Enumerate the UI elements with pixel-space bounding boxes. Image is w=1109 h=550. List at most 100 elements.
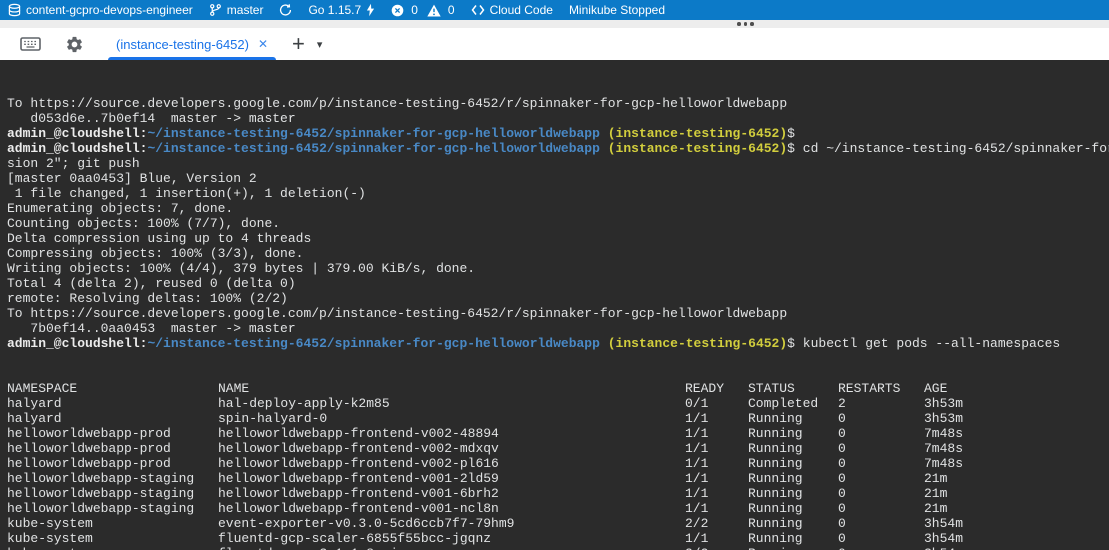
pod-cell: 3h54m	[924, 546, 1109, 550]
pod-cell: helloworldwebapp-staging	[7, 501, 218, 516]
sync-icon	[279, 3, 292, 17]
go-version-indicator[interactable]: Go 1.15.7	[300, 0, 383, 20]
pod-cell: 0	[838, 531, 924, 546]
terminal-line: admin_@cloudshell:~/instance-testing-645…	[7, 126, 1109, 141]
panel-drag-handle-icon[interactable]	[737, 22, 754, 26]
git-sync-button[interactable]	[271, 0, 300, 20]
pod-row: kube-systemevent-exporter-v0.3.0-5cd6ccb…	[7, 516, 1109, 531]
pod-cell: event-exporter-v0.3.0-5cd6ccb7f7-79hm9	[218, 516, 685, 531]
pod-row: kube-systemfluentd-gcp-v3.1.1-8gnjm2/2Ru…	[7, 546, 1109, 550]
pod-cell: 3h54m	[924, 531, 1109, 546]
pod-cell: 0/1	[685, 396, 748, 411]
pod-cell: Running	[748, 516, 838, 531]
pod-cell: Running	[748, 456, 838, 471]
pod-cell: 3h53m	[924, 396, 1109, 411]
pod-cell: Running	[748, 441, 838, 456]
pod-cell: halyard	[7, 411, 218, 426]
git-branch-icon	[209, 3, 222, 17]
minikube-status[interactable]: Minikube Stopped	[561, 0, 673, 20]
pod-cell: Running	[748, 501, 838, 516]
terminal-line: Writing objects: 100% (4/4), 379 bytes |…	[7, 261, 1109, 276]
terminal-line: sion 2"; git push	[7, 156, 1109, 171]
pod-cell: 0	[838, 411, 924, 426]
pod-cell: 21m	[924, 486, 1109, 501]
pod-cell: kube-system	[7, 531, 218, 546]
tab-close-icon[interactable]: ✕	[258, 37, 268, 51]
pod-row: helloworldwebapp-staginghelloworldwebapp…	[7, 486, 1109, 501]
project-indicator[interactable]: content-gcpro-devops-engineer	[0, 0, 201, 20]
pod-row: helloworldwebapp-prodhelloworldwebapp-fr…	[7, 456, 1109, 471]
pod-cell: Completed	[748, 396, 838, 411]
go-version-label: Go 1.15.7	[308, 3, 361, 17]
pod-cell: helloworldwebapp-prod	[7, 426, 218, 441]
pod-cell: 7m48s	[924, 426, 1109, 441]
pod-cell: 0	[838, 456, 924, 471]
pod-cell: 7m48s	[924, 456, 1109, 471]
pod-cell: 7m48s	[924, 441, 1109, 456]
terminal-line: [master 0aa0453] Blue, Version 2	[7, 171, 1109, 186]
pod-cell: 1/1	[685, 531, 748, 546]
pods-header-cell: READY	[685, 381, 748, 396]
terminal-line: Compressing objects: 100% (3/3), done.	[7, 246, 1109, 261]
settings-gear-icon[interactable]	[65, 35, 84, 54]
warning-icon	[427, 4, 441, 17]
pod-cell: 1/1	[685, 486, 748, 501]
pod-cell: 2	[838, 396, 924, 411]
terminal-line: To https://source.developers.google.com/…	[7, 96, 1109, 111]
pod-cell: 1/1	[685, 411, 748, 426]
pod-cell: 3h54m	[924, 516, 1109, 531]
terminal-menu-caret-icon[interactable]: ▾	[317, 38, 323, 51]
pod-cell: Running	[748, 411, 838, 426]
pod-cell: helloworldwebapp-prod	[7, 456, 218, 471]
terminal-line: 1 file changed, 1 insertion(+), 1 deleti…	[7, 186, 1109, 201]
problems-indicator[interactable]: 0 0	[383, 0, 462, 20]
terminal-output: To https://source.developers.google.com/…	[7, 96, 1109, 351]
warning-count: 0	[448, 3, 455, 17]
pod-cell: 0	[838, 471, 924, 486]
pod-cell: Running	[748, 426, 838, 441]
keyboard-icon[interactable]	[20, 36, 41, 52]
pod-cell: halyard	[7, 396, 218, 411]
cloud-code-button[interactable]: Cloud Code	[463, 0, 561, 20]
panel-divider	[0, 20, 1109, 28]
terminal-tab-instance-testing-6452[interactable]: (instance-testing-6452) ✕	[110, 28, 274, 60]
pod-cell: 0	[838, 486, 924, 501]
pods-header-cell: RESTARTS	[838, 381, 924, 396]
new-terminal-button[interactable]: +	[292, 34, 305, 54]
pod-cell: 0	[838, 516, 924, 531]
database-icon	[8, 3, 21, 17]
pod-cell: 3h53m	[924, 411, 1109, 426]
pod-row: helloworldwebapp-prodhelloworldwebapp-fr…	[7, 441, 1109, 456]
error-icon	[391, 4, 404, 17]
project-label: content-gcpro-devops-engineer	[26, 3, 193, 17]
pod-cell: Running	[748, 546, 838, 550]
pod-row: kube-systemfluentd-gcp-scaler-6855f55bcc…	[7, 531, 1109, 546]
pod-cell: 0	[838, 546, 924, 550]
pod-cell: helloworldwebapp-prod	[7, 441, 218, 456]
terminal[interactable]: To https://source.developers.google.com/…	[0, 60, 1109, 550]
pod-cell: 1/1	[685, 426, 748, 441]
pod-cell: 1/1	[685, 441, 748, 456]
pod-cell: helloworldwebapp-frontend-v001-ncl8n	[218, 501, 685, 516]
pod-cell: helloworldwebapp-staging	[7, 486, 218, 501]
branch-label: master	[227, 3, 264, 17]
pods-header-cell: AGE	[924, 381, 1109, 396]
active-tab-underline	[108, 57, 276, 60]
pod-cell: 0	[838, 441, 924, 456]
cloud-code-label: Cloud Code	[490, 3, 553, 17]
terminal-line: To https://source.developers.google.com/…	[7, 306, 1109, 321]
pod-cell: Running	[748, 486, 838, 501]
pod-cell: hal-deploy-apply-k2m85	[218, 396, 685, 411]
pod-cell: kube-system	[7, 546, 218, 550]
pods-header-cell: NAME	[218, 381, 685, 396]
pod-cell: helloworldwebapp-frontend-v002-mdxqv	[218, 441, 685, 456]
error-count: 0	[411, 3, 418, 17]
git-branch-indicator[interactable]: master	[201, 0, 272, 20]
pod-cell: 0	[838, 501, 924, 516]
pod-cell: 1/1	[685, 471, 748, 486]
pod-cell: 1/1	[685, 456, 748, 471]
pod-cell: 2/2	[685, 546, 748, 550]
pod-cell: 21m	[924, 471, 1109, 486]
pod-row: helloworldwebapp-staginghelloworldwebapp…	[7, 471, 1109, 486]
terminal-line: Counting objects: 100% (7/7), done.	[7, 216, 1109, 231]
